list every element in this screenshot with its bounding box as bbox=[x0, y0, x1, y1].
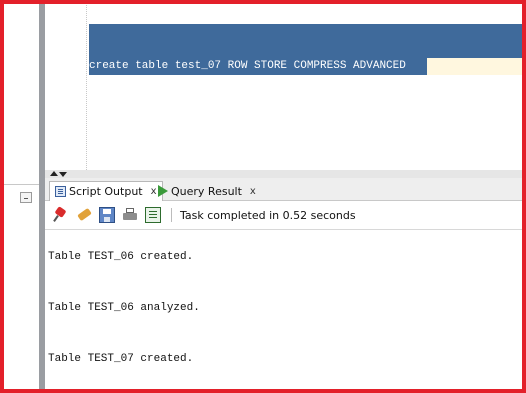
toolbar-separator bbox=[171, 208, 172, 222]
code-line: create table test_07 ROW STORE COMPRESS … bbox=[89, 60, 406, 72]
close-icon[interactable]: x bbox=[250, 186, 256, 197]
left-panel bbox=[0, 0, 39, 393]
task-status: Task completed in 0.52 seconds bbox=[180, 208, 356, 222]
sql-worksheet-editor[interactable]: create table test_07 ROW STORE COMPRESS … bbox=[45, 0, 526, 174]
script-output-icon bbox=[55, 186, 66, 197]
margin-guide bbox=[86, 0, 87, 170]
tab-label: Script Output bbox=[69, 185, 143, 198]
pin-icon[interactable] bbox=[53, 206, 69, 223]
print-icon[interactable] bbox=[122, 207, 138, 223]
output-line: Table TEST_06 created. bbox=[48, 251, 194, 263]
clear-output-icon[interactable] bbox=[76, 207, 92, 223]
save-icon[interactable] bbox=[99, 207, 115, 223]
output-line: Table TEST_07 created. bbox=[48, 353, 194, 365]
left-panel-divider bbox=[0, 184, 39, 185]
output-line: Table TEST_06 analyzed. bbox=[48, 302, 200, 314]
script-output-pane[interactable]: Table TEST_06 created. Table TEST_06 ana… bbox=[45, 230, 526, 393]
output-toolbar: Task completed in 0.52 seconds bbox=[45, 201, 526, 229]
line-gutter bbox=[45, 0, 85, 170]
collapse-down-icon[interactable] bbox=[59, 172, 67, 177]
output-tab-bar: Script Output x Query Result x bbox=[45, 178, 526, 201]
minimize-panel-button[interactable] bbox=[20, 192, 32, 203]
collapse-up-icon[interactable] bbox=[50, 171, 58, 176]
horizontal-splitter[interactable] bbox=[45, 170, 526, 178]
current-line-highlight bbox=[427, 58, 526, 75]
tab-label: Query Result bbox=[171, 184, 242, 198]
tab-query-result[interactable]: Query Result x bbox=[153, 181, 261, 201]
export-icon[interactable] bbox=[145, 207, 161, 223]
tab-script-output[interactable]: Script Output x bbox=[49, 181, 163, 201]
run-icon bbox=[158, 185, 168, 197]
code-line: as bbox=[89, 111, 103, 123]
